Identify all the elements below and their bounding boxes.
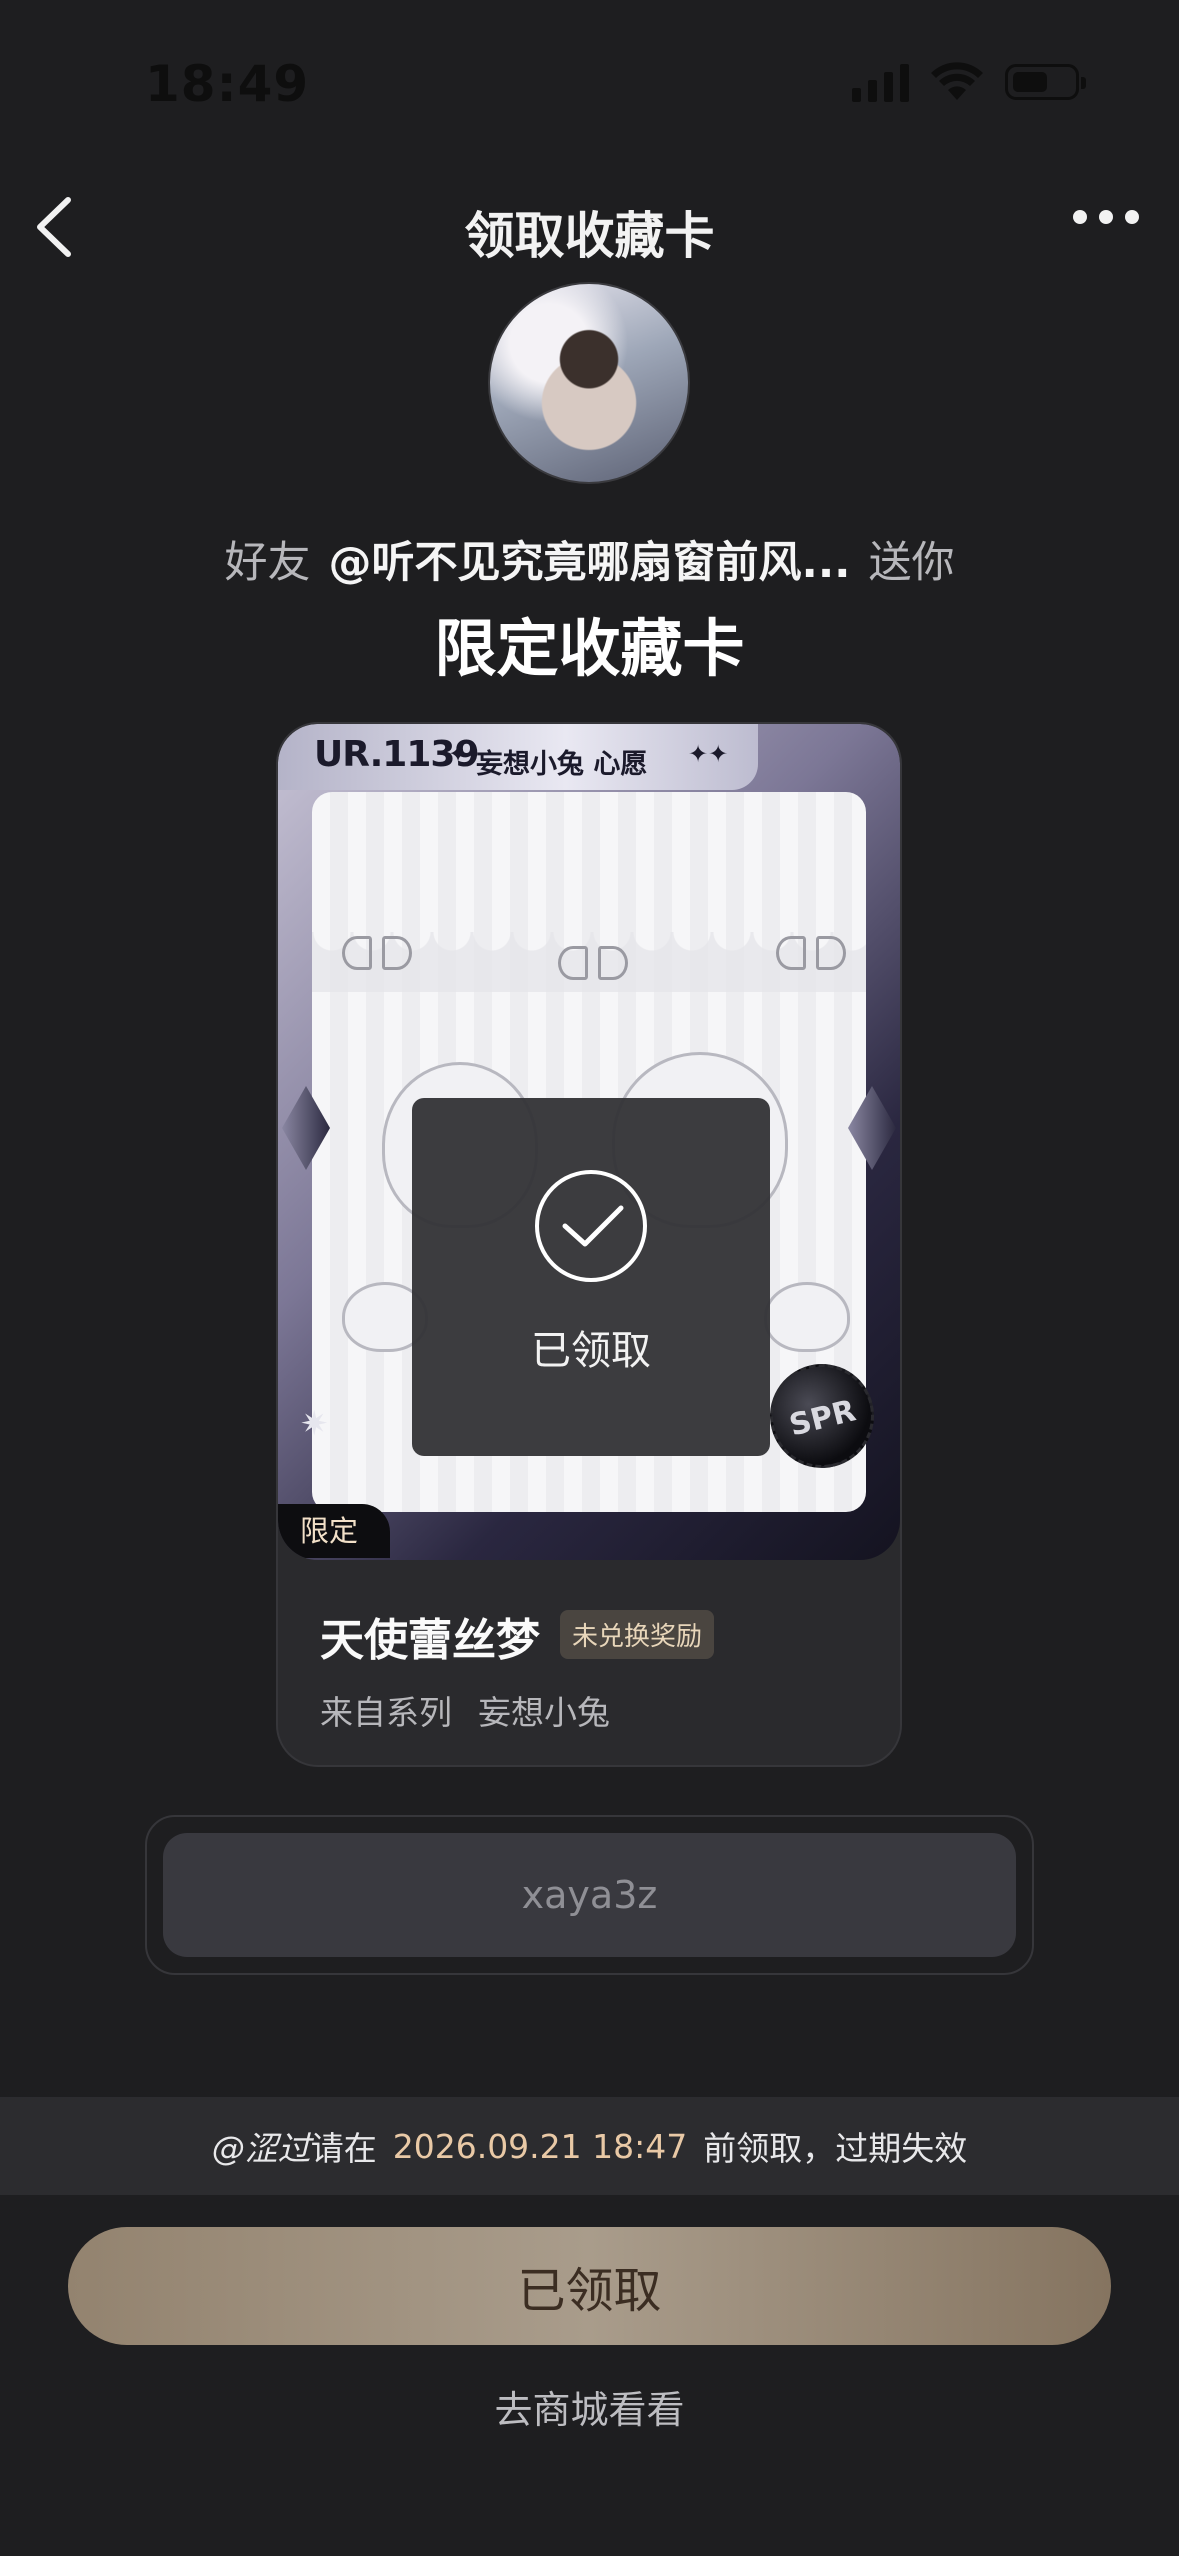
checkmark-icon xyxy=(535,1170,647,1282)
more-options-icon[interactable] xyxy=(1073,210,1139,224)
claim-button[interactable]: 已领取 xyxy=(68,2227,1111,2345)
bow-decoration xyxy=(558,942,628,986)
redeem-code-box: xaya3z xyxy=(145,1815,1034,1975)
claimed-overlay: 已领取 xyxy=(412,1098,770,1456)
deadline-notice: @涩过 请在 2026.09.21 18:47 前领取，过期失效 xyxy=(0,2097,1179,2195)
card-type-title: 限定收藏卡 xyxy=(434,612,745,685)
card-header-strip: UR.1139 ✦ 妄想小兔 心愿 ✦✦ xyxy=(278,724,758,790)
series-name[interactable]: 妄想小兔 xyxy=(478,1693,610,1732)
reward-status-badge: 未兑换奖励 xyxy=(560,1610,715,1659)
deadline-user: @涩过 xyxy=(211,2129,311,2168)
friend-suffix: 送你 xyxy=(868,538,955,588)
bottom-action-area: 已领取 去商城看看 xyxy=(0,2195,1179,2556)
friend-name[interactable]: @听不见究竟哪扇窗前风... xyxy=(328,538,850,588)
sparkle-icon: ✦ xyxy=(448,740,469,768)
battery-icon xyxy=(1005,64,1086,100)
star-icon: ✷ xyxy=(300,1404,329,1444)
claimed-label: 已领取 xyxy=(531,1328,651,1374)
status-time: 18:49 xyxy=(145,55,310,113)
bow-decoration xyxy=(776,932,846,976)
friend-prefix: 好友 xyxy=(224,538,311,588)
limited-tag: 限定 xyxy=(278,1504,390,1558)
bow-decoration xyxy=(342,932,412,976)
series-prefix: 来自系列 xyxy=(320,1693,452,1732)
deadline-prefix: 请在 xyxy=(310,2129,377,2168)
signal-icon xyxy=(852,62,909,102)
card-name: 天使蕾丝梦 xyxy=(320,1615,540,1666)
sparkle-icon: ✦✦ xyxy=(688,740,729,768)
go-to-shop-link[interactable]: 去商城看看 xyxy=(0,2379,1179,2434)
friend-line: 好友 @听不见究竟哪扇窗前风... 送你 xyxy=(0,528,1179,590)
friend-avatar[interactable] xyxy=(488,282,690,484)
card-series-label: 妄想小兔 心愿 xyxy=(476,749,648,780)
redeem-code-field[interactable]: xaya3z xyxy=(163,1833,1016,1957)
wifi-icon xyxy=(931,62,983,100)
status-icons xyxy=(852,62,1086,102)
card-series-line: 来自系列 妄想小兔 xyxy=(320,1686,610,1734)
collectible-card-image[interactable]: UR.1139 ✦ 妄想小兔 心愿 ✦✦ ✷ 限定 SPR 已领取 xyxy=(278,724,900,1560)
deadline-date: 2026.09.21 18:47 xyxy=(392,2126,688,2166)
card-panel: UR.1139 ✦ 妄想小兔 心愿 ✦✦ ✷ 限定 SPR 已领取 天使蕾丝梦 … xyxy=(276,722,902,1767)
page-title: 领取收藏卡 xyxy=(464,207,715,265)
deadline-suffix: 前领取，过期失效 xyxy=(703,2129,968,2168)
bunny-illustration xyxy=(764,1282,850,1352)
